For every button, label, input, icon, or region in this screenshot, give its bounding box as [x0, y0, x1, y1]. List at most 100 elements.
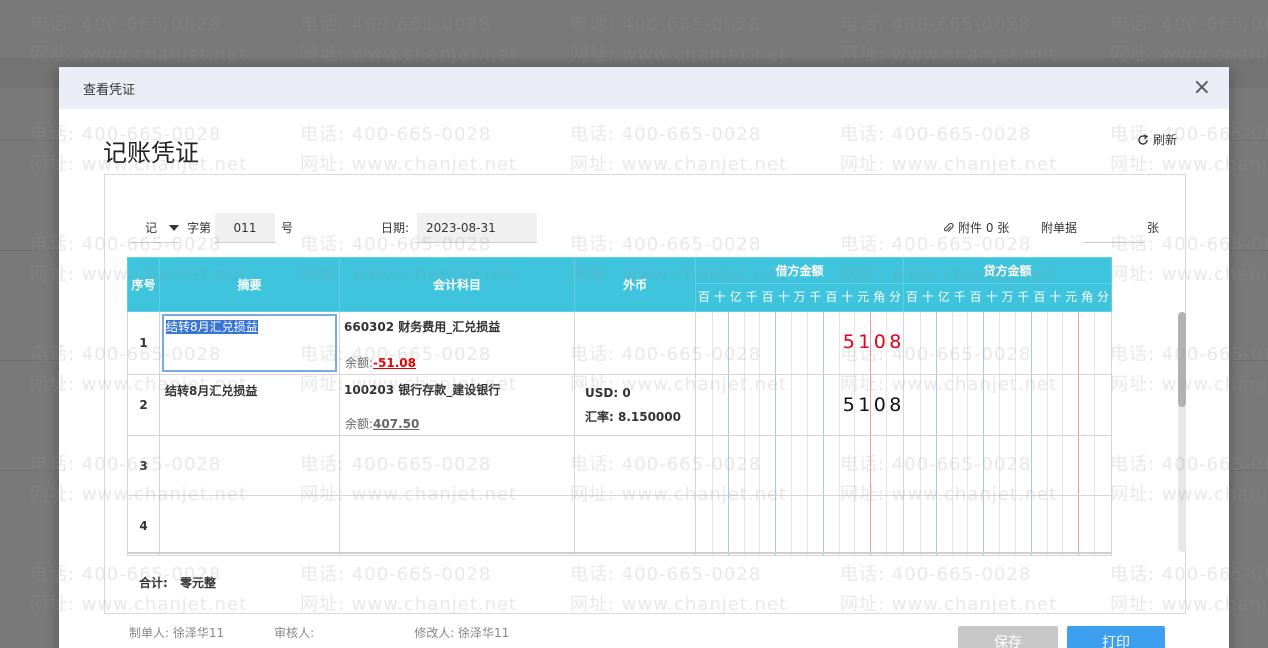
digit-unit-label: 亿 — [937, 290, 950, 304]
col-header-seq: 序号 — [127, 257, 160, 312]
attach-docs-input[interactable] — [1083, 213, 1145, 243]
scrollbar-thumb[interactable] — [1178, 312, 1186, 407]
credit-amount-cell[interactable] — [903, 311, 1112, 375]
digit-unit-label: 分 — [1097, 290, 1110, 304]
debit-amount-cell[interactable] — [695, 495, 904, 556]
total-amount-words: 零元整 — [180, 576, 217, 590]
digit-unit-label: 千 — [809, 290, 822, 304]
voucher-number-input[interactable]: 011 — [215, 213, 275, 243]
balance-line: 余额:407.50 — [345, 415, 419, 432]
fx-cell[interactable] — [574, 495, 696, 556]
credit-digit-units: 百十亿千百十万千百十元角分 — [904, 284, 1111, 311]
balance-line: 余额:-51.08 — [345, 354, 416, 371]
print-button[interactable]: 打印 — [1067, 626, 1165, 648]
voucher-hao-label: 号 — [281, 221, 294, 235]
digit-unit-label: 角 — [873, 290, 886, 304]
attach-docs-unit: 张 — [1147, 221, 1160, 235]
summary-cell[interactable] — [159, 435, 340, 496]
fx-cell[interactable] — [574, 311, 696, 375]
amount-digit: 8 — [889, 331, 902, 353]
account-cell[interactable] — [339, 435, 575, 496]
date-label: 日期: — [381, 221, 410, 235]
attach-docs-label: 附单据 — [1041, 221, 1078, 235]
summary-cell[interactable]: 结转8月汇兑损益 — [159, 374, 340, 436]
summary-cell[interactable] — [159, 495, 340, 556]
fx-rate: 汇率: 8.150000 — [585, 410, 681, 424]
digit-unit-label: 百 — [825, 290, 838, 304]
digit-unit-label: 万 — [793, 290, 806, 304]
digit-unit-label: 千 — [953, 290, 966, 304]
fx-amount: USD: 0 — [585, 386, 631, 400]
total-label: 合计: — [139, 576, 168, 590]
reviewer-label: 审核人: — [274, 626, 315, 640]
debit-digit-units: 百十亿千百十万千百十元角分 — [696, 284, 903, 311]
credit-amount-cell[interactable] — [903, 495, 1112, 556]
attachment-button[interactable]: 附件 0 张 — [943, 213, 1009, 243]
voucher-word-select[interactable]: 记 — [131, 213, 180, 243]
amount-digit: 0 — [873, 331, 886, 353]
voucher-header: 记 字第 011 号 日期: 2023-08-31 附件 0 张 附单据 张 — [105, 213, 1185, 243]
account-cell[interactable] — [339, 495, 575, 556]
digit-unit-label: 十 — [921, 290, 934, 304]
summary-cell[interactable]: 结转8月汇兑损益 — [159, 311, 340, 375]
table-row: 3 — [127, 435, 1112, 496]
modifier-label: 修改人: 徐泽华11 — [414, 626, 510, 640]
account-cell[interactable]: 660302 财务费用_汇兑损益 余额:-51.08 — [339, 311, 575, 375]
amount-digit: 1 — [858, 331, 871, 353]
col-header-debit: 借方金额 — [695, 257, 904, 284]
debit-amount-cell[interactable]: 5108 — [695, 374, 904, 436]
digit-unit-label: 百 — [697, 290, 710, 304]
total-row: 合计: 零元整 — [139, 574, 216, 591]
paperclip-icon — [943, 222, 954, 232]
fx-cell[interactable]: USD: 0 汇率: 8.150000 — [574, 374, 696, 436]
debit-amount: 5108 — [841, 375, 903, 433]
col-header-summary: 摘要 — [159, 257, 340, 312]
refresh-label: 刷新 — [1152, 133, 1177, 147]
digit-unit-label: 百 — [1033, 290, 1046, 304]
scrollbar[interactable] — [1178, 312, 1186, 552]
amount-digit: 0 — [873, 394, 886, 416]
view-voucher-dialog: 查看凭证 × 记账凭证 刷新 记 字第 011 号 日期: 2023-08-31… — [59, 67, 1229, 648]
voucher-card: 记 字第 011 号 日期: 2023-08-31 附件 0 张 附单据 张 序… — [104, 174, 1186, 614]
debit-amount-cell[interactable]: 5108 — [695, 311, 904, 375]
table-row: 1 结转8月汇兑损益 660302 财务费用_汇兑损益 余额:-51.08 51… — [127, 311, 1112, 375]
digit-unit-label: 千 — [745, 290, 758, 304]
row-seq: 4 — [127, 495, 160, 556]
balance-label: 余额: — [345, 356, 374, 370]
digit-unit-label: 角 — [1081, 290, 1094, 304]
balance-value[interactable]: 407.50 — [373, 417, 419, 431]
digit-unit-label: 分 — [889, 290, 902, 304]
fx-cell[interactable] — [574, 435, 696, 496]
debit-amount-cell[interactable] — [695, 435, 904, 496]
save-button[interactable]: 保存 — [958, 626, 1058, 648]
digit-unit-label: 亿 — [729, 290, 742, 304]
refresh-icon — [1138, 133, 1149, 145]
row-seq: 2 — [127, 374, 160, 436]
amount-digit: 5 — [842, 394, 855, 416]
debit-amount: 5108 — [841, 312, 903, 370]
digit-unit-label: 十 — [841, 290, 854, 304]
digit-unit-label: 元 — [857, 290, 870, 304]
summary-input[interactable]: 结转8月汇兑损益 — [162, 314, 337, 372]
amount-digit: 8 — [889, 394, 902, 416]
voucher-entry-table: 序号 摘要 会计科目 外币 借方金额 贷方金额 百十亿千百十万千百十元角分 百十… — [127, 257, 1112, 556]
refresh-button[interactable]: 刷新 — [1137, 131, 1177, 148]
date-input[interactable]: 2023-08-31 — [417, 213, 537, 243]
close-icon[interactable]: × — [1193, 77, 1211, 99]
digit-unit-label: 百 — [905, 290, 918, 304]
account-cell[interactable]: 100203 银行存款_建设银行 余额:407.50 — [339, 374, 575, 436]
digit-unit-label: 万 — [1001, 290, 1014, 304]
amount-digit: 1 — [858, 394, 871, 416]
summary-text: 结转8月汇兑损益 — [165, 384, 258, 398]
balance-value[interactable]: -51.08 — [373, 356, 416, 370]
row-seq: 1 — [127, 311, 160, 375]
attachment-label: 附件 0 张 — [958, 221, 1010, 235]
table-row: 2 结转8月汇兑损益 100203 银行存款_建设银行 余额:407.50 US… — [127, 374, 1112, 436]
voucher-title: 记账凭证 — [103, 139, 199, 167]
amount-digit: 5 — [842, 331, 855, 353]
credit-amount-cell[interactable] — [903, 374, 1112, 436]
digit-unit-label: 十 — [777, 290, 790, 304]
credit-amount-cell[interactable] — [903, 435, 1112, 496]
digit-unit-label: 十 — [985, 290, 998, 304]
col-header-credit: 贷方金额 — [903, 257, 1112, 284]
